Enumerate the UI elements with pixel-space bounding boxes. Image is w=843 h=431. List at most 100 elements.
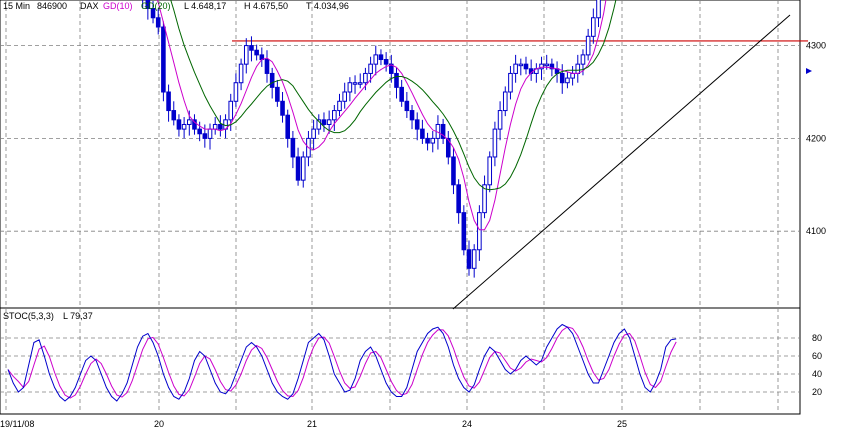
candle-body-29 — [155, 17, 161, 28]
candle-body-107 — [559, 72, 565, 84]
candle-body-55 — [290, 137, 296, 158]
trend-line — [452, 14, 791, 310]
candle-body-94 — [492, 128, 498, 158]
candle-body-70 — [368, 63, 373, 74]
candle-body-89 — [466, 249, 472, 269]
candle-body-50 — [264, 59, 270, 74]
candle-body-113 — [591, 17, 596, 37]
x-tick-0: 19/11/08 — [0, 419, 34, 429]
candle-body-73 — [383, 59, 389, 65]
candle-body-109 — [570, 72, 575, 79]
candle-body-112 — [585, 35, 591, 56]
candle-body-40 — [212, 123, 218, 130]
candle-body-43 — [228, 100, 234, 121]
x-tick-4: 25 — [617, 419, 627, 429]
stoch-name-label: STOC(5,3,3) — [3, 311, 54, 321]
candle-body-111 — [580, 54, 586, 65]
symbol-id-label: 846900 — [37, 1, 67, 11]
candle-body-64 — [337, 100, 342, 112]
y-tick-stoch-1: 40 — [812, 369, 822, 379]
candle-body-56 — [295, 156, 301, 181]
low-t-label: T 4.034,96 — [306, 1, 349, 11]
candle-body-91 — [477, 212, 482, 251]
candle-body-35 — [186, 119, 192, 125]
candle-body-68 — [357, 82, 363, 85]
stoch-k-line — [7, 323, 677, 402]
candle-body-65 — [342, 91, 347, 102]
candle-body-81 — [425, 137, 430, 144]
candle-body-53 — [280, 100, 285, 116]
grid-layer — [0, 0, 800, 414]
candle-body-98 — [513, 63, 518, 74]
candle-body-82 — [430, 137, 436, 144]
candle-body-69 — [363, 72, 368, 84]
candle-body-114 — [596, 0, 601, 19]
candle-body-51 — [269, 72, 275, 88]
interval-label: 15 Min — [3, 1, 30, 11]
y-tick-price-1: 4200 — [806, 133, 826, 143]
candle-body-97 — [508, 72, 513, 93]
candle-body-67 — [352, 82, 358, 85]
candle-body-59 — [311, 128, 316, 139]
candle-body-90 — [471, 249, 477, 269]
candle-body-39 — [207, 128, 213, 139]
candle-body-44 — [233, 82, 239, 102]
candle-body-72 — [378, 54, 384, 61]
candle-body-48 — [254, 49, 259, 56]
reference-lines — [232, 14, 808, 310]
gd20-line — [170, 0, 617, 191]
candle-body-52 — [275, 86, 280, 102]
candle-body-31 — [166, 91, 171, 112]
current-price-marker — [806, 68, 812, 74]
x-tick-3: 24 — [462, 419, 472, 429]
symbol-label: DAX — [80, 1, 99, 11]
candle-body-46 — [243, 45, 249, 65]
candle-body-108 — [565, 77, 570, 84]
candle-body-30 — [161, 26, 166, 93]
candle-body-100 — [523, 63, 529, 70]
candle-body-79 — [414, 119, 420, 130]
gd10-legend: GD(10) — [103, 1, 133, 11]
candle-body-61 — [321, 119, 327, 125]
stoch-panel-frame — [0, 307, 801, 415]
gd20-legend: GD(20) — [141, 1, 171, 11]
y-tick-stoch-2: 60 — [812, 351, 822, 361]
y-tick-price-2: 4300 — [806, 41, 826, 51]
candle-body-41 — [218, 123, 223, 130]
candle-body-78 — [409, 110, 415, 121]
candle-body-66 — [347, 82, 353, 93]
candle-body-38 — [202, 133, 208, 139]
candle-body-104 — [544, 63, 550, 67]
chart-window: 15 Min 846900 DAX GD(10) GD(20) L 4.648,… — [0, 0, 843, 431]
candle-body-80 — [420, 128, 425, 139]
y-tick-stoch-0: 20 — [812, 387, 822, 397]
moving-averages — [156, 0, 617, 231]
high-label: H 4.675,50 — [244, 1, 288, 11]
candle-body-87 — [456, 184, 461, 214]
candle-body-75 — [394, 72, 399, 88]
candle-body-47 — [249, 45, 254, 51]
y-tick-price-0: 4100 — [806, 226, 826, 236]
x-tick-2: 21 — [307, 419, 317, 429]
candle-body-34 — [181, 123, 187, 130]
y-tick-stoch-3: 80 — [812, 333, 822, 343]
candle-body-76 — [399, 86, 404, 102]
candle-body-45 — [238, 63, 244, 84]
low-label: L 4.648,17 — [184, 1, 226, 11]
candle-body-86 — [451, 156, 456, 186]
candles — [142, 0, 601, 278]
candle-body-32 — [171, 110, 177, 121]
candle-body-54 — [285, 114, 291, 139]
candle-body-63 — [332, 110, 337, 121]
candle-body-57 — [300, 156, 306, 181]
stoch-value-label: L 79,37 — [63, 311, 93, 321]
candle-body-99 — [518, 63, 524, 67]
candle-body-37 — [197, 128, 202, 135]
candle-body-96 — [502, 91, 508, 112]
candle-body-71 — [373, 54, 379, 65]
gd10-line — [156, 0, 607, 231]
candle-body-110 — [575, 63, 581, 74]
price-panel-frame — [0, 0, 801, 309]
candle-body-77 — [404, 100, 410, 112]
candle-body-33 — [176, 119, 182, 130]
